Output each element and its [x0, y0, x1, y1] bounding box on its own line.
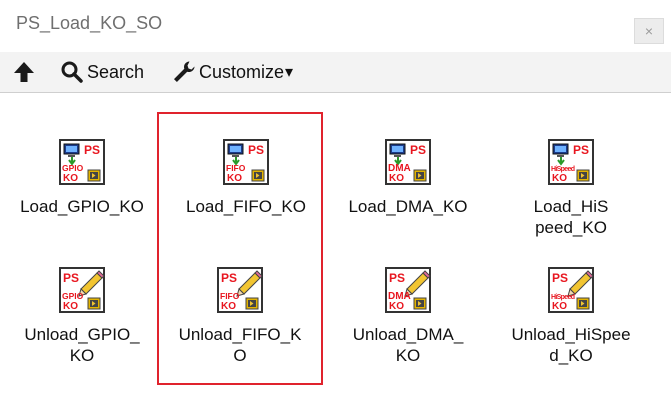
palette-item-load-hispeed[interactable]: PS HiSpeed KO Load_HiSpeed_KO — [500, 139, 642, 238]
monitor-stand — [232, 155, 239, 157]
search-icon — [61, 61, 83, 83]
ko-text: KO — [63, 173, 78, 184]
module-text: HiSpeed — [551, 166, 575, 173]
ko-text: KO — [221, 301, 236, 312]
palette-item-label: Unload_GPIO_KO — [24, 325, 140, 365]
customize-label: Customize — [199, 61, 285, 82]
palette-item-load-dma[interactable]: PS DMA KO Load_DMA_KO — [338, 139, 478, 217]
unload-vi-icon: PSDMAKO — [385, 267, 431, 313]
wrench-icon — [174, 61, 195, 82]
ko-text: KO — [389, 301, 404, 312]
module-text: GPIO — [62, 163, 84, 173]
palette-item-unload-dma[interactable]: PS DMA KO Unload_DMA_KO — [338, 267, 478, 366]
ps-text: PS — [248, 143, 264, 157]
ps-text: PS — [63, 271, 79, 285]
palette-item-load-gpio[interactable]: PS GPIO KO Load_GPIO_KO — [12, 139, 152, 217]
ko-text: KO — [552, 173, 567, 184]
chevron-down-icon: ▾ — [285, 64, 294, 81]
ko-text: KO — [63, 301, 78, 312]
ps-text: PS — [221, 271, 237, 285]
load-vi-icon: PSGPIOKO — [59, 139, 105, 185]
ps-text: PS — [84, 143, 100, 157]
unload-vi-icon: PS GPIOKO — [59, 267, 105, 313]
palette-item-label: Load_DMA_KO — [348, 197, 468, 216]
palette-item-label: Load_GPIO_KO — [20, 197, 144, 216]
monitor-stand — [394, 155, 401, 157]
ps-text: PS — [552, 271, 568, 285]
load-vi-icon: PSDMAKO — [385, 139, 431, 185]
monitor-stand — [68, 155, 75, 157]
monitor-screen — [230, 146, 241, 152]
palette-item-label: Unload_DMA_KO — [352, 325, 464, 365]
ko-text: KO — [389, 173, 404, 184]
module-text: HiSpeed — [551, 294, 575, 301]
palette-item-label: Unload_HiSpeed_KO — [511, 325, 631, 365]
palette-item-label: Load_HiSpeed_KO — [533, 197, 609, 237]
palette-item-unload-gpio[interactable]: PS GPIO KO Unload_GPIO_KO — [12, 267, 152, 366]
palette-content: PS GPIO KO Load_GPIO_KO PS FIFO KO Load_FIFO… — [0, 93, 671, 394]
ps-text: PS — [389, 271, 405, 285]
palette-item-load-fifo[interactable]: PS FIFO KO Load_FIFO_KO — [176, 139, 316, 217]
title-bar: PS_Load_KO_SO × — [0, 0, 671, 53]
unload-vi-icon: PS FIFOKO — [217, 267, 263, 313]
toolbar: Search Customize ▾ — [0, 52, 671, 93]
arrow-up-icon — [14, 62, 34, 82]
palette-item-label: Load_FIFO_KO — [185, 197, 306, 216]
ko-text: KO — [227, 173, 242, 184]
ps-text: PS — [573, 143, 589, 157]
monitor-screen — [555, 146, 566, 152]
unload-vi-icon: PS HiSpeedKO — [548, 267, 594, 313]
monitor-screen — [392, 146, 403, 152]
load-vi-icon: PSFIFOKO — [223, 139, 269, 185]
load-vi-icon: PS HiSpeedKO — [548, 139, 594, 185]
window-title: PS_Load_KO_SO — [16, 13, 163, 33]
palette-item-unload-fifo[interactable]: PS FIFO KO Unload_FIFO_KO — [170, 267, 310, 366]
ps-text: PS — [410, 143, 426, 157]
module-text: FIFO — [220, 291, 240, 301]
monitor-stand — [557, 155, 564, 157]
search-button[interactable]: Search — [60, 58, 144, 86]
close-button[interactable]: × — [634, 18, 664, 44]
search-label: Search — [87, 61, 145, 82]
monitor-screen — [66, 146, 77, 152]
palette-item-label: Unload_FIFO_KO — [178, 325, 302, 365]
close-icon: × — [644, 23, 654, 39]
palette-item-unload-hispeed[interactable]: PS HiSpeed KO Unload_HiSpeed_KO — [500, 267, 642, 366]
customize-button[interactable]: Customize ▾ — [171, 58, 293, 86]
module-text: GPIO — [62, 291, 84, 301]
up-button[interactable] — [12, 58, 36, 86]
ko-text: KO — [552, 301, 567, 312]
module-text: FIFO — [226, 163, 246, 173]
